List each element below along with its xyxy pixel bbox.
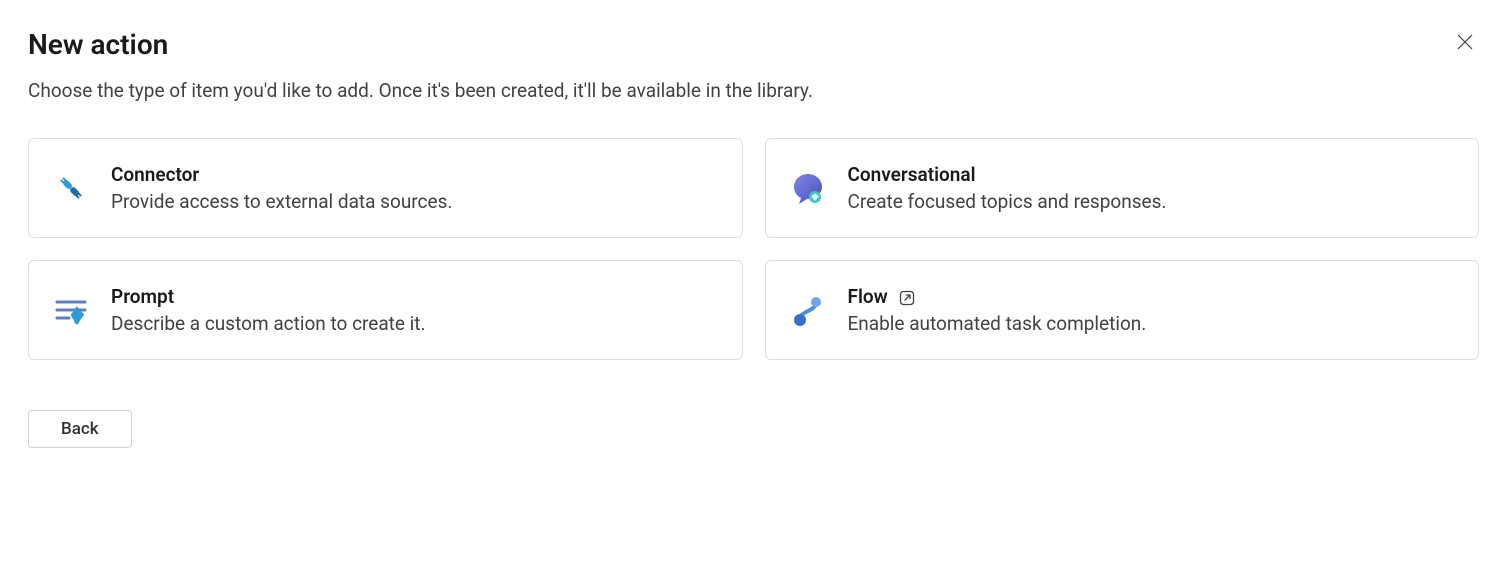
page-title: New action <box>28 28 168 61</box>
card-title: Connector <box>111 163 720 186</box>
card-connector[interactable]: Connector Provide access to external dat… <box>28 138 743 238</box>
card-description: Enable automated task completion. <box>848 312 1457 335</box>
back-button[interactable]: Back <box>28 410 132 448</box>
card-conversational[interactable]: Conversational Create focused topics and… <box>765 138 1480 238</box>
card-title: Flow <box>848 285 888 308</box>
card-title: Conversational <box>848 163 1457 186</box>
conversational-icon <box>788 168 828 208</box>
card-description: Create focused topics and responses. <box>848 190 1457 213</box>
card-title: Prompt <box>111 285 720 308</box>
action-type-grid: Connector Provide access to external dat… <box>28 138 1479 360</box>
prompt-icon <box>51 290 91 330</box>
connector-icon <box>51 168 91 208</box>
external-link-icon <box>898 289 916 307</box>
card-description: Describe a custom action to create it. <box>111 312 720 335</box>
close-icon <box>1455 32 1475 55</box>
card-prompt[interactable]: Prompt Describe a custom action to creat… <box>28 260 743 360</box>
close-button[interactable] <box>1451 28 1479 59</box>
flow-icon <box>788 290 828 330</box>
page-description: Choose the type of item you'd like to ad… <box>28 79 1479 102</box>
card-description: Provide access to external data sources. <box>111 190 720 213</box>
card-flow[interactable]: Flow Enable automated task completion. <box>765 260 1480 360</box>
